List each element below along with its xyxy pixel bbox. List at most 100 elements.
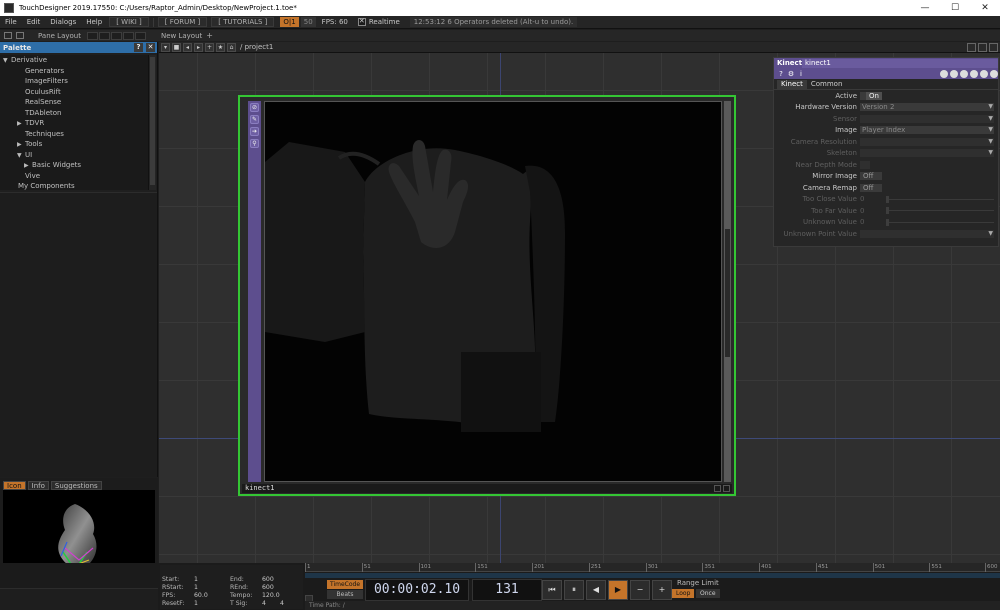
parameter-slider[interactable]: 0	[860, 195, 994, 203]
menu-edit[interactable]: Edit	[22, 18, 46, 26]
add-parameter-icon[interactable]	[980, 69, 988, 78]
minimize-button[interactable]: —	[910, 0, 940, 16]
forum-button[interactable]: [ FORUM ]	[157, 17, 208, 27]
toggle-switch[interactable]	[876, 183, 883, 192]
timeline-ruler[interactable]: 1 51 101 151 201 251 301 351 401 451 501 551 600	[305, 563, 1000, 572]
play-forward-button[interactable]: ▶	[608, 580, 628, 600]
parameter-menu[interactable]: ▼	[860, 229, 994, 238]
play-backward-button[interactable]: ◀	[586, 580, 606, 600]
scrollbar-thumb[interactable]	[725, 229, 730, 357]
palette-tree-item[interactable]: ▼ UI	[0, 150, 148, 161]
collapsed-arrow-icon[interactable]: ▶	[17, 119, 25, 130]
close-button[interactable]: ✕	[970, 0, 1000, 16]
bypass-icon[interactable]: ⊘	[250, 103, 259, 112]
pane-split-icon[interactable]	[4, 32, 12, 39]
cpu-badge[interactable]: 50	[300, 17, 316, 27]
tempo-value[interactable]: 120.0	[262, 592, 280, 599]
parameter-menu[interactable]: ▼	[860, 149, 994, 158]
loop-button[interactable]: Loop	[672, 589, 695, 598]
maximize-button[interactable]: ☐	[940, 0, 970, 16]
palette-tree-item[interactable]: ▼ Derivative	[0, 55, 148, 66]
parameter-toggle[interactable]: Off	[860, 172, 883, 181]
menu-help[interactable]: Help	[81, 18, 107, 26]
dropdown-arrow-icon[interactable]: ▼	[988, 149, 993, 157]
parameter-checkbox[interactable]	[860, 160, 870, 169]
dropdown-arrow-icon[interactable]: ▼	[988, 230, 993, 238]
slider-value[interactable]: 0	[860, 218, 886, 226]
step-back-button[interactable]: −	[630, 580, 650, 600]
info-icon[interactable]: i	[797, 70, 805, 78]
slider-track[interactable]	[886, 195, 994, 203]
pane-toggle-icon[interactable]	[16, 32, 24, 39]
node-expand-icon[interactable]	[723, 485, 730, 492]
slider-value[interactable]: 0	[860, 207, 886, 215]
pane-layout-slot[interactable]	[122, 31, 134, 40]
node-name[interactable]: kinect1	[245, 484, 275, 492]
tab-suggestions[interactable]: Suggestions	[50, 481, 102, 490]
language-icon[interactable]	[950, 69, 958, 78]
beats-button[interactable]: Beats	[327, 590, 363, 599]
palette-tree-item[interactable]: ▶ Basic Widgets	[0, 160, 148, 171]
palette-tree-item[interactable]: Generators	[0, 66, 148, 77]
kinect-node[interactable]: ⊘ ✎ ➔ ⚲ kinect1	[238, 95, 736, 496]
end-value[interactable]: 600	[262, 576, 274, 583]
new-layout-button[interactable]: New Layout	[161, 32, 202, 40]
timeline-bar[interactable]	[305, 573, 1000, 578]
dropdown-arrow-icon[interactable]: ▼	[988, 103, 993, 111]
tutorials-button[interactable]: [ TUTORIALS ]	[211, 17, 275, 27]
toggle-switch[interactable]	[876, 172, 883, 181]
pane-layout-slot[interactable]	[86, 31, 98, 40]
tsig-numerator[interactable]: 4	[262, 600, 266, 607]
rend-value[interactable]: 600	[262, 584, 274, 591]
pane-layout-slot[interactable]	[110, 31, 122, 40]
slider-knob[interactable]	[886, 218, 889, 226]
stop-icon[interactable]: ■	[172, 42, 181, 52]
pane-layout-slot[interactable]	[98, 31, 110, 40]
palette-tree-item[interactable]: OculusRift	[0, 87, 148, 98]
toggle-state[interactable]: On	[866, 91, 882, 100]
dropdown-arrow-icon[interactable]: ▼	[988, 138, 993, 146]
collapsed-arrow-icon[interactable]: ▶	[24, 161, 32, 172]
toggle-state[interactable]: Off	[860, 172, 877, 181]
lock-icon[interactable]: ✎	[250, 115, 259, 124]
rewind-button[interactable]: ⏮	[542, 580, 562, 600]
palette-tree-item[interactable]: ImageFilters	[0, 76, 148, 87]
operator-name-field[interactable]: kinect1	[802, 58, 998, 68]
palette-tree-item[interactable]: My Components	[0, 181, 148, 192]
parameter-slider[interactable]: 0	[860, 218, 994, 226]
menu-dialogs[interactable]: Dialogs	[45, 18, 81, 26]
target-icon[interactable]	[990, 69, 998, 78]
resetf-value[interactable]: 1	[194, 600, 198, 607]
palette-tree-item[interactable]: Vive	[0, 171, 148, 182]
toggle-state[interactable]: Off	[860, 183, 877, 192]
dropdown-arrow-icon[interactable]: ▼	[988, 126, 993, 134]
rstart-value[interactable]: 1	[194, 584, 198, 591]
help-icon[interactable]: ?	[777, 70, 785, 78]
add-icon[interactable]: +	[205, 42, 214, 52]
pause-button[interactable]: ⏸	[564, 580, 584, 600]
viewer-flag-icon[interactable]: ⚲	[250, 139, 259, 148]
pane-maximize-icon[interactable]	[989, 43, 998, 52]
slider-track[interactable]	[886, 218, 994, 226]
scrollbar-thumb[interactable]	[150, 57, 155, 185]
python-icon[interactable]	[970, 69, 978, 78]
parameter-menu[interactable]: ▼	[860, 137, 994, 146]
home-icon[interactable]: ⌂	[227, 42, 236, 52]
tsig-denominator[interactable]: 4	[280, 600, 284, 607]
slider-track[interactable]	[886, 207, 994, 215]
tab-info[interactable]: Info	[27, 481, 49, 490]
palette-scrollbar[interactable]	[148, 55, 156, 190]
menu-icon[interactable]: ▾	[161, 42, 170, 52]
tab-common[interactable]: Common	[807, 80, 847, 89]
add-layout-button[interactable]: +	[206, 31, 213, 40]
timecode-button[interactable]: TimeCode	[327, 580, 363, 589]
slider-knob[interactable]	[886, 195, 889, 203]
wiki-button[interactable]: [ WIKI ]	[109, 17, 149, 27]
palette-tree-item[interactable]: ▶ TDVR	[0, 118, 148, 129]
pane-split-vertical-icon[interactable]	[978, 43, 987, 52]
slider-knob[interactable]	[886, 207, 889, 215]
parameter-slider[interactable]: 0	[860, 207, 994, 215]
frame-display[interactable]: 131	[472, 579, 542, 601]
palette-close-button[interactable]: ✕	[146, 43, 155, 52]
node-viewer-toggle-icon[interactable]	[714, 485, 721, 492]
